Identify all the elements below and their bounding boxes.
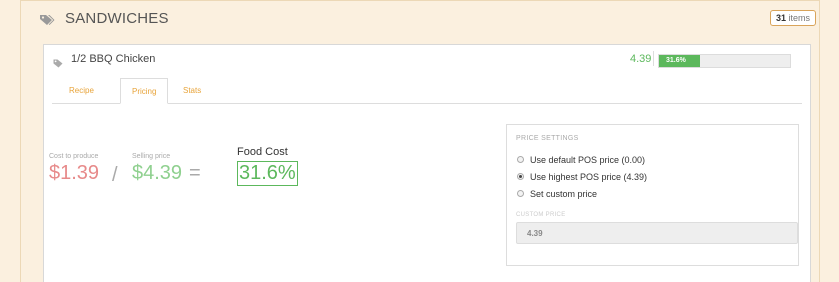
tab-pricing[interactable]: Pricing (120, 78, 169, 104)
selling-value: $4.39 (132, 162, 183, 184)
radio-highest-pos-price[interactable]: Use highest POS price (4.39) (517, 172, 647, 186)
item-card-header[interactable]: 1/2 BBQ Chicken 4.39 31.6% (44, 45, 810, 75)
food-cost-label: Food Cost (237, 146, 288, 158)
selling-label: Selling price (132, 153, 171, 160)
radio-label: Use highest POS price (4.39) (530, 172, 648, 182)
cost-value: $1.39 (49, 162, 100, 184)
category-section: SANDWICHES 31 items 1/2 BBQ Chicken 4.39… (20, 0, 820, 282)
food-cost-progress-fill: 31.6% (659, 55, 701, 67)
tab-stats[interactable]: Stats (183, 78, 201, 104)
radio-default-pos-price[interactable]: Use default POS price (0.00) (517, 155, 645, 169)
item-name: 1/2 BBQ Chicken (71, 53, 156, 65)
radio-button-checked[interactable] (517, 173, 524, 181)
equals-symbol: = (189, 162, 201, 184)
radio-button[interactable] (517, 156, 524, 164)
tag-icon (53, 55, 63, 73)
items-count-badge: 31 items (769, 10, 816, 26)
food-cost-value: 31.6% (237, 161, 298, 186)
price-settings-title: PRICE SETTINGS (516, 135, 579, 142)
custom-price-label: CUSTOM PRICE (516, 212, 566, 218)
food-cost-progress-bar: 31.6% (658, 54, 791, 68)
radio-label: Use default POS price (0.00) (530, 155, 646, 165)
price-settings-panel: PRICE SETTINGS Use default POS price (0.… (506, 124, 799, 266)
radio-custom-price[interactable]: Set custom price (517, 189, 597, 203)
divider (653, 51, 654, 66)
section-title: SANDWICHES (65, 10, 169, 27)
item-tabs: Recipe Pricing Stats (52, 78, 802, 104)
items-suffix: items (788, 13, 810, 23)
tab-recipe[interactable]: Recipe (69, 78, 94, 104)
cost-label: Cost to produce (49, 153, 99, 160)
custom-price-input[interactable] (516, 222, 798, 244)
items-count: 31 (775, 13, 786, 23)
tags-icon (39, 13, 55, 31)
radio-button[interactable] (517, 190, 524, 198)
radio-label: Set custom price (530, 189, 598, 199)
section-header[interactable]: SANDWICHES 31 items (21, 1, 819, 37)
divide-symbol: / (112, 164, 118, 186)
item-card: 1/2 BBQ Chicken 4.39 31.6% Recipe Pricin… (43, 44, 811, 282)
selling-price-value: 4.39 (630, 53, 652, 65)
